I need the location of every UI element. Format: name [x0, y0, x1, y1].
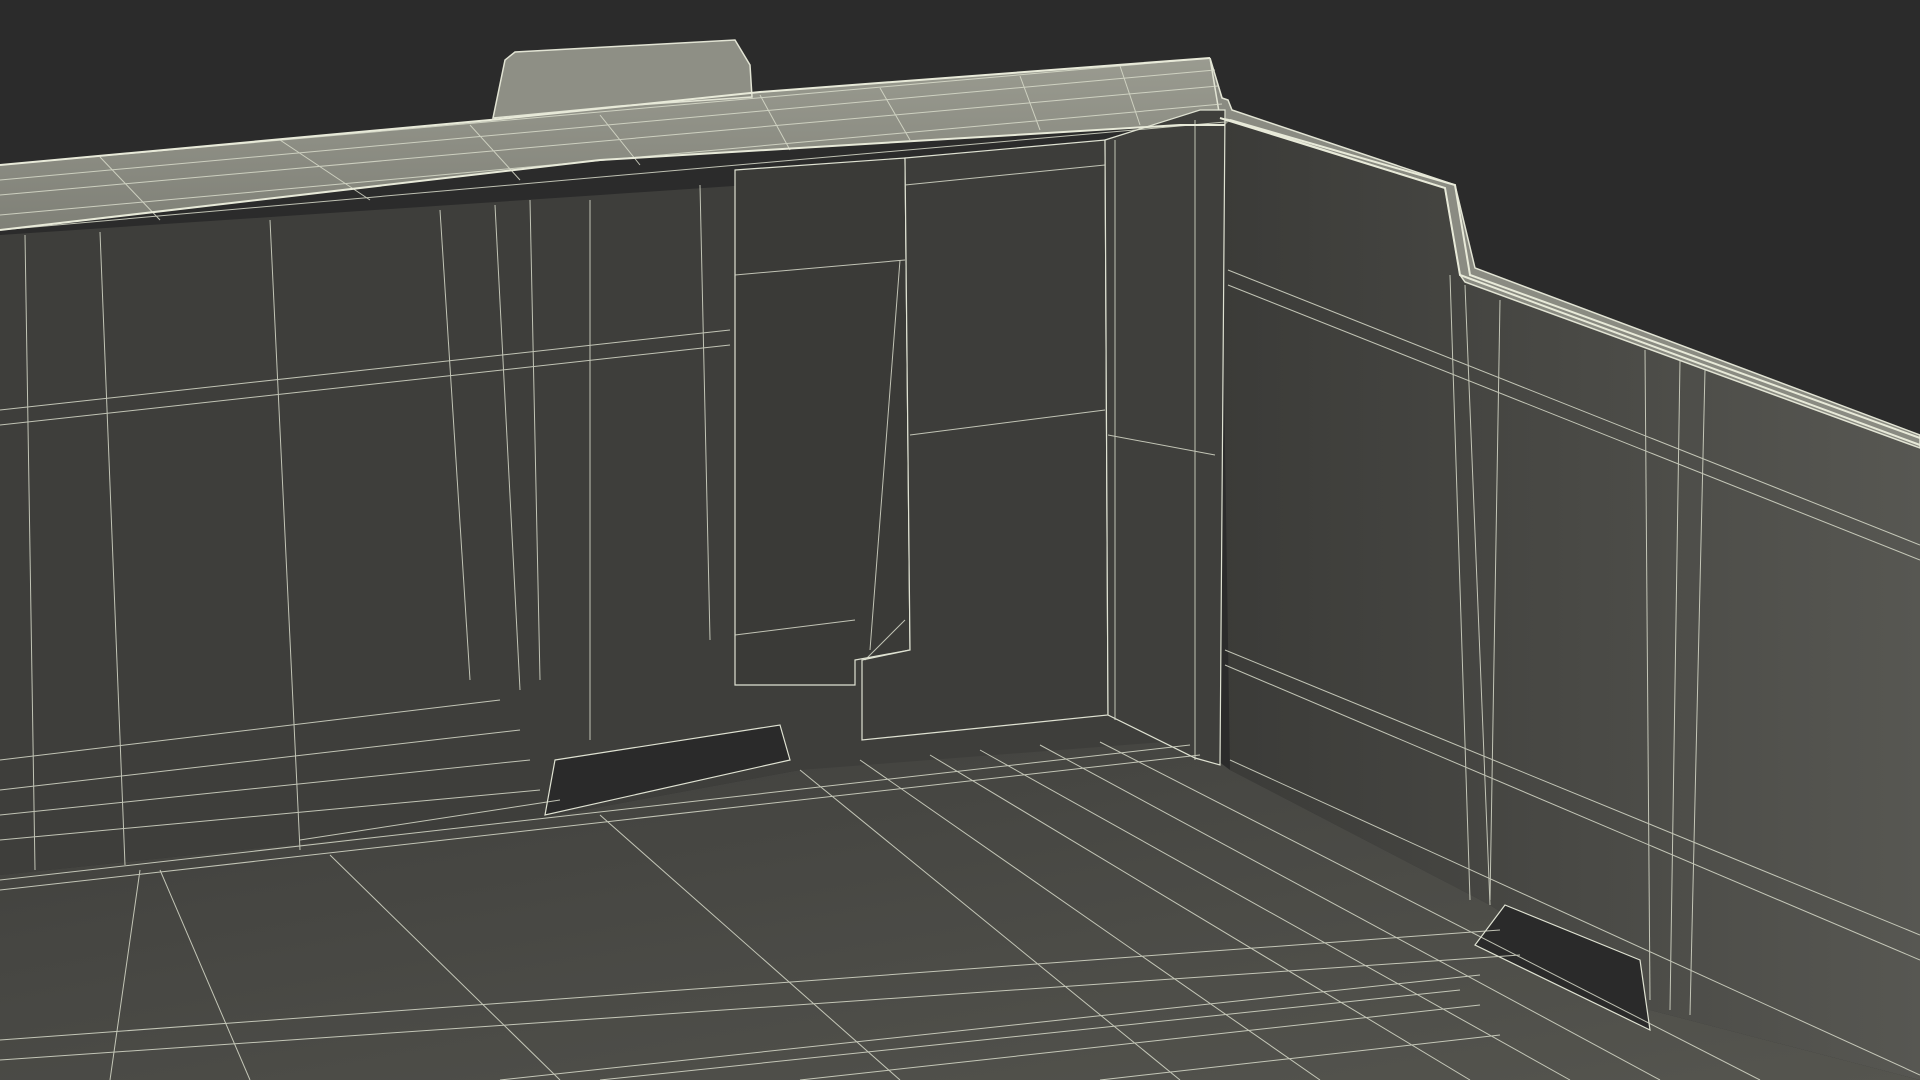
divider-panel-left [734, 157, 911, 686]
render-viewport [0, 0, 1920, 1080]
wireframe-render [0, 0, 1920, 1080]
